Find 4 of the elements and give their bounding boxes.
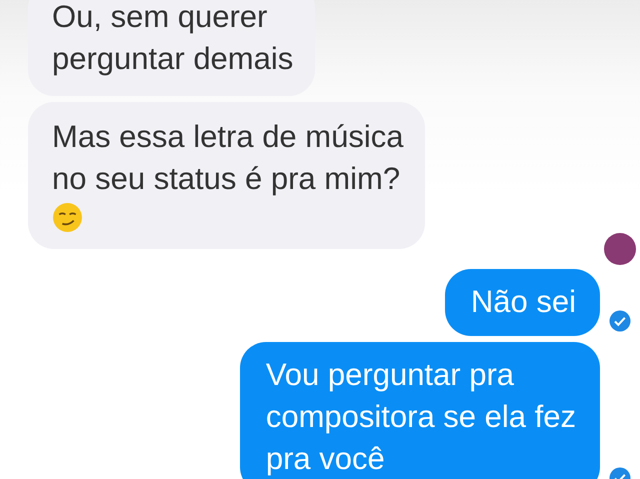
sent-message-bubble: Vou perguntar pra compositora se ela fez pra você — [240, 342, 600, 479]
sent-message-bubble: Não sei — [444, 269, 600, 336]
received-message-bubble: Ou, sem querer perguntar demais — [28, 0, 316, 96]
received-message-bubble: Mas essa letra de música no seu status é pra mim? — [28, 102, 426, 249]
